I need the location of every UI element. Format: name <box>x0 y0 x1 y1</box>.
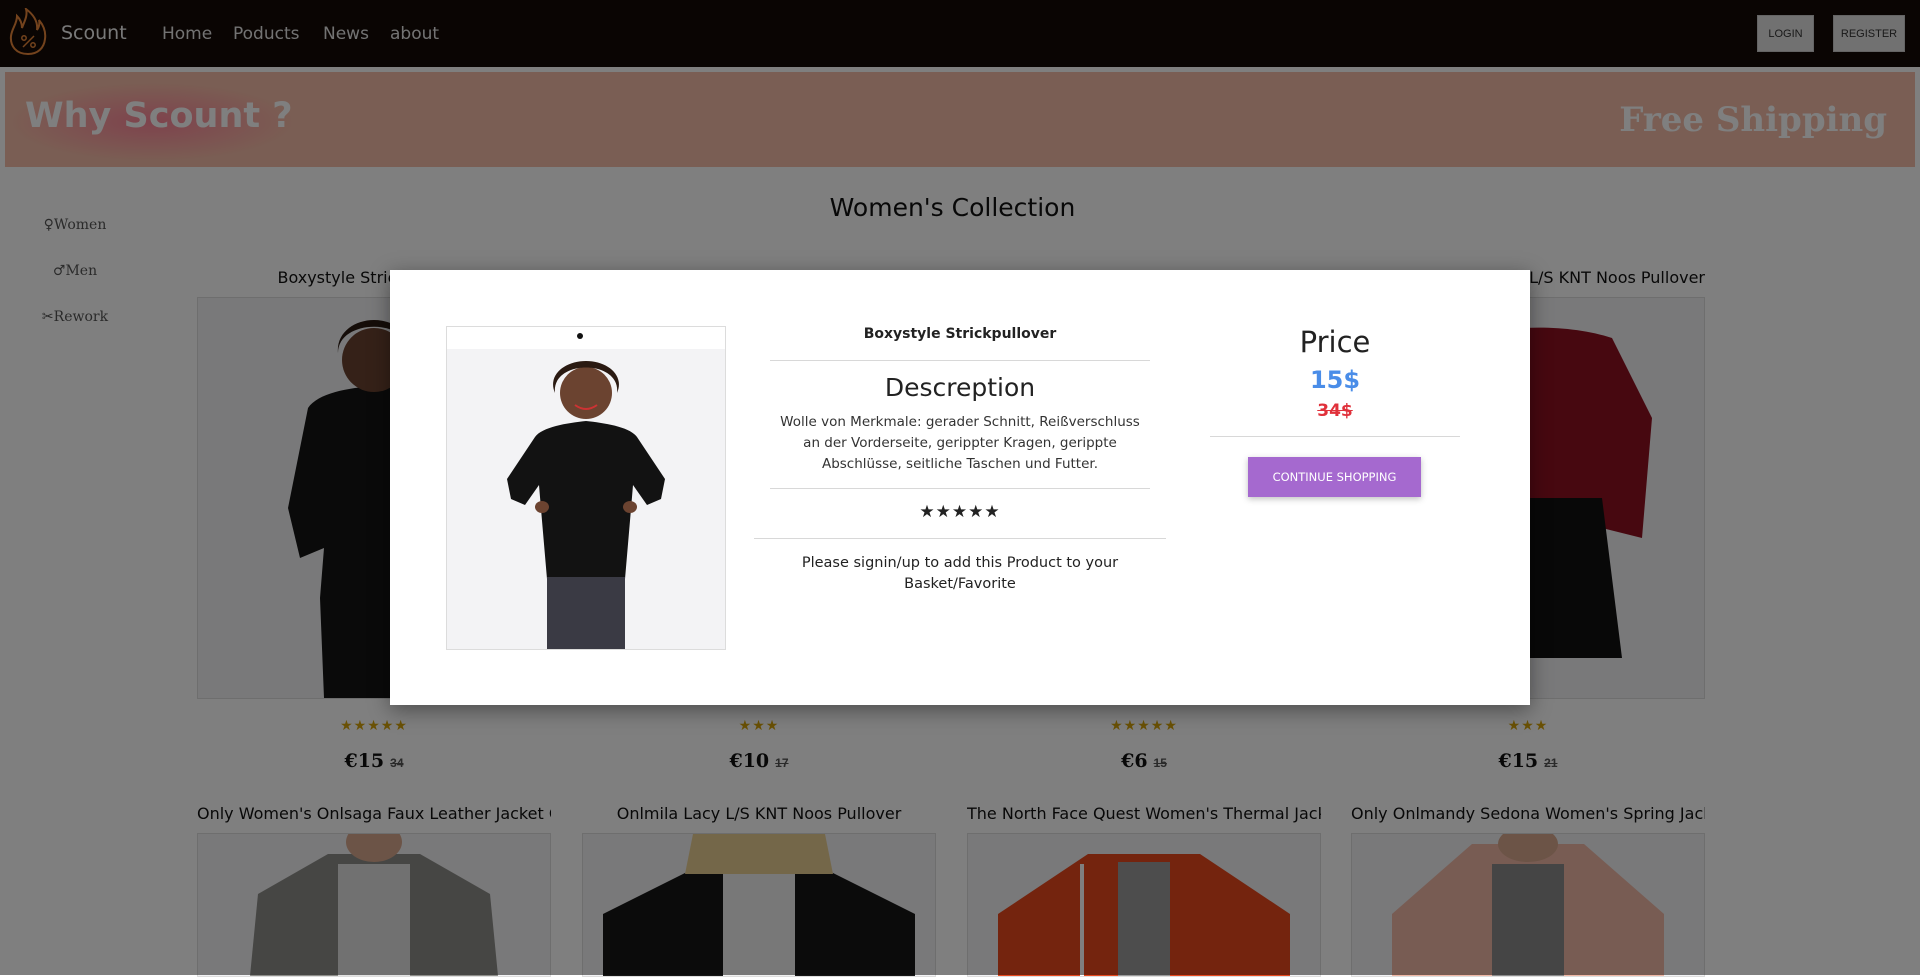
product-image-carousel[interactable] <box>446 326 726 650</box>
product-detail-modal: Boxystyle Strickpullover Descreption Wol… <box>390 270 1530 705</box>
product-description: Wolle von Merkmale: gerader Schnitt, Rei… <box>780 414 1140 472</box>
continue-shopping-button[interactable]: CONTINUE SHOPPING <box>1248 457 1421 497</box>
signin-note: Please signin/up to add this Product to … <box>801 555 1119 592</box>
carousel-indicator-dot[interactable] <box>577 333 583 339</box>
price-heading: Price <box>1299 325 1371 359</box>
current-price: 15$ <box>1309 366 1361 394</box>
modal-rating-stars: ★★★★★ <box>919 502 1001 522</box>
old-price: 34$ <box>1317 401 1353 421</box>
divider <box>754 538 1166 539</box>
divider <box>770 488 1150 489</box>
product-photo <box>447 349 725 649</box>
modal-product-title: Boxystyle Strickpullover <box>863 326 1057 342</box>
divider <box>1210 436 1460 437</box>
divider <box>770 360 1150 361</box>
description-heading: Descreption <box>884 373 1036 402</box>
